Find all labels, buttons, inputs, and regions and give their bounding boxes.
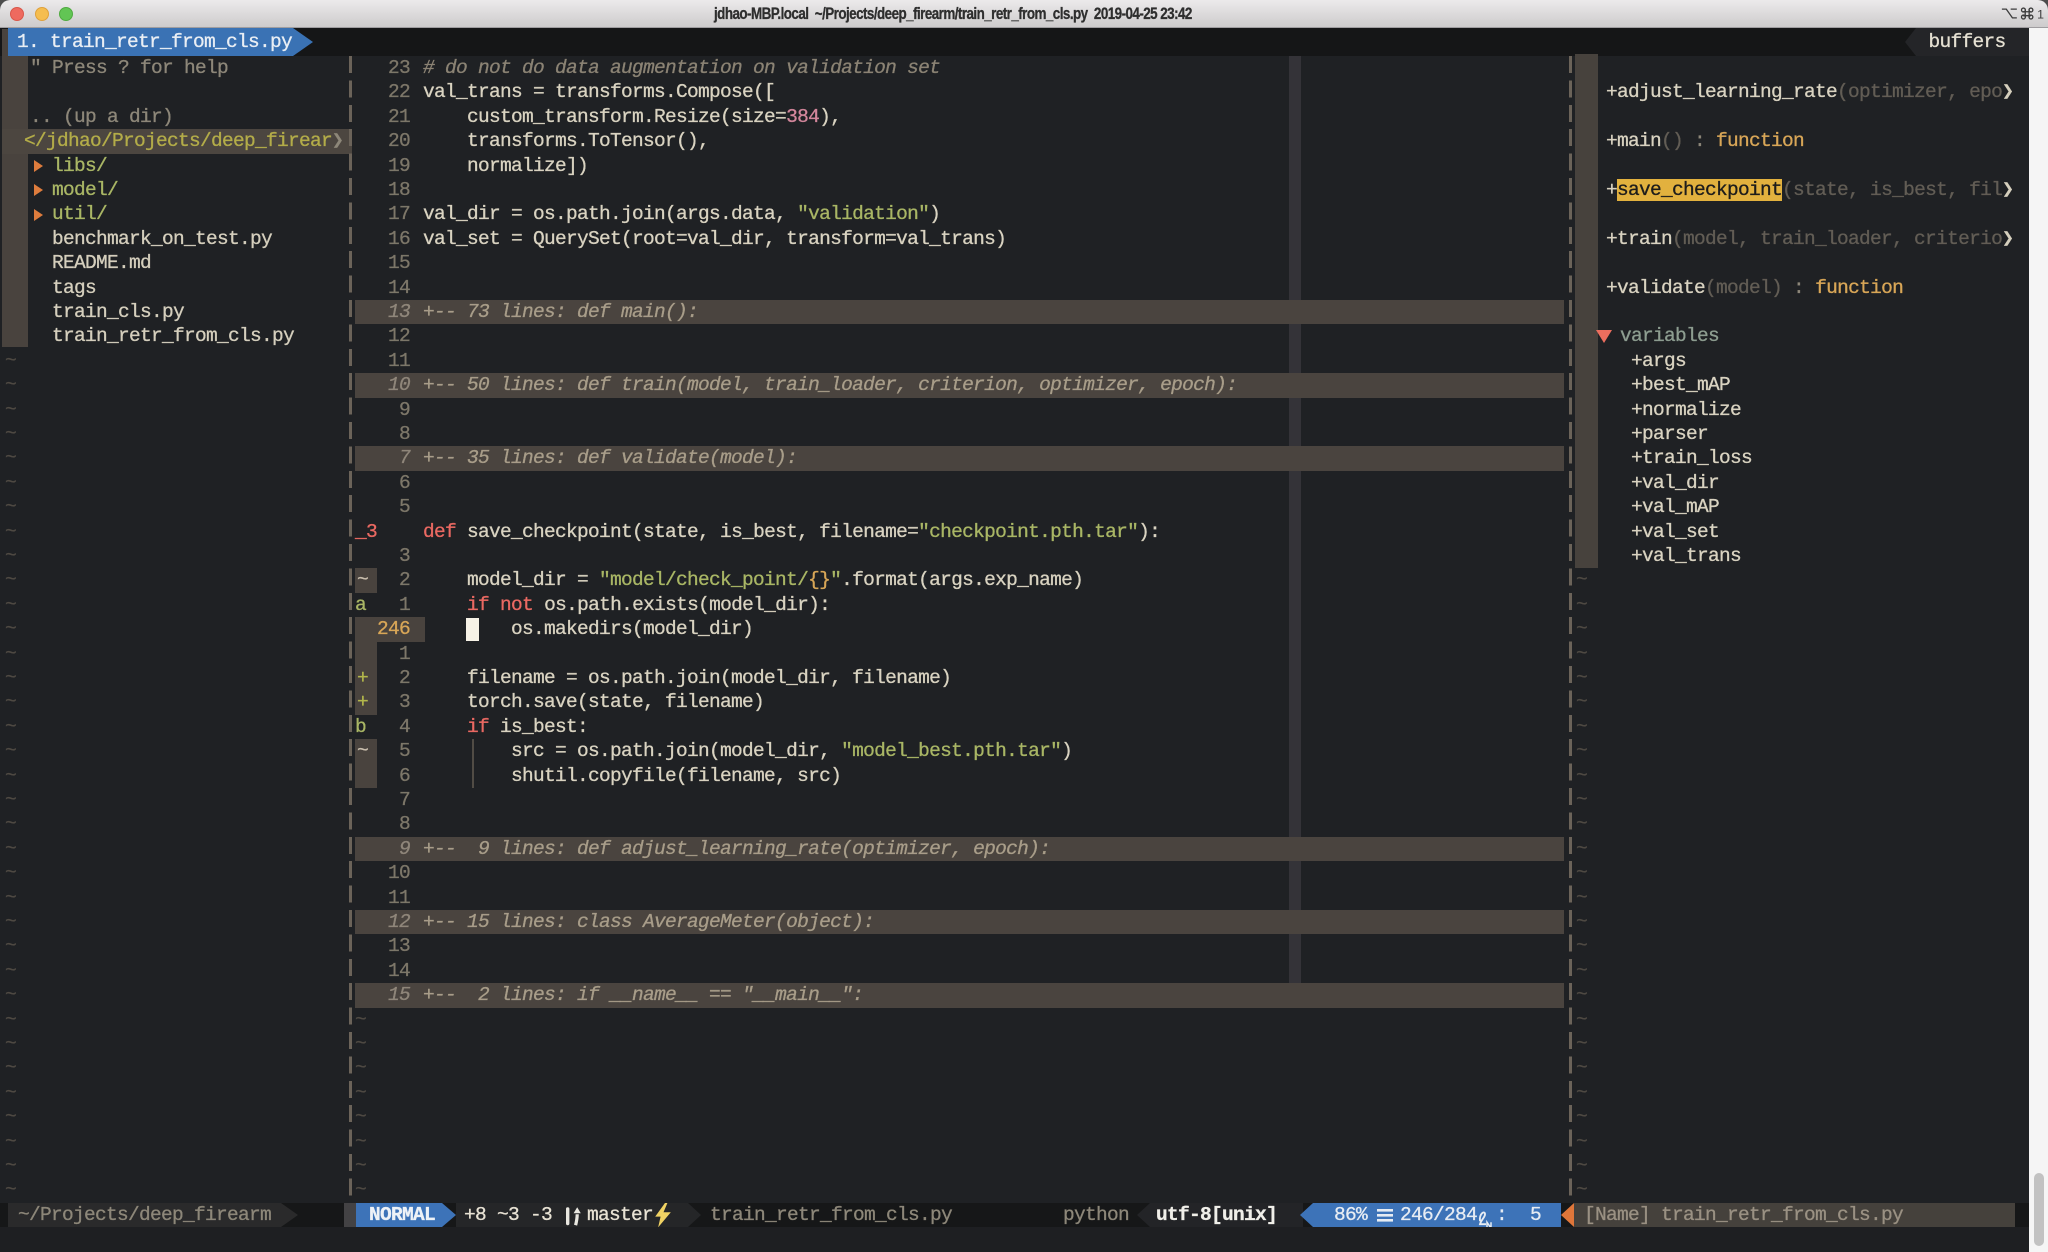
svg-text:1: 1 (2037, 7, 2044, 21)
